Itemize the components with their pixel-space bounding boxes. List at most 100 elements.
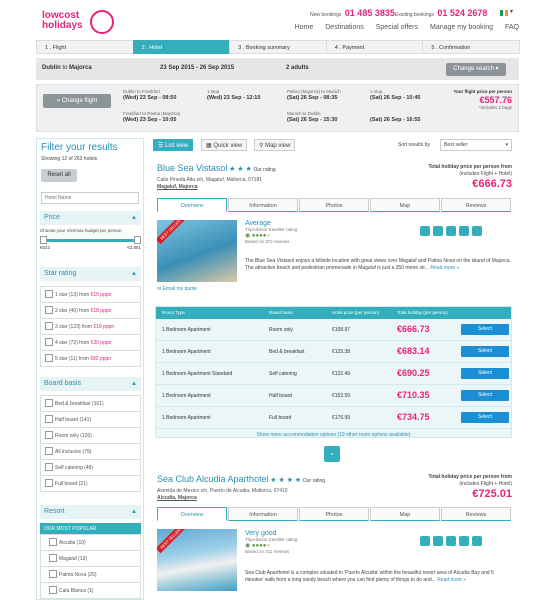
booking-steps: 1 . Flight 2 . Hotel 3 . Booking summary…: [36, 40, 520, 54]
select-room-button[interactable]: Select: [461, 346, 509, 357]
sort-select[interactable]: Best seller ▾: [440, 139, 512, 151]
list-icon: ☰: [158, 143, 164, 149]
price-slider[interactable]: [40, 235, 141, 245]
expand-chevron-button[interactable]: ⌄: [324, 446, 340, 462]
nav-destinations[interactable]: Destinations: [325, 24, 364, 31]
step-flight[interactable]: 1 . Flight: [36, 40, 134, 54]
hotel2-description: Sea Club Aparthotel is a complex situate…: [245, 570, 494, 583]
ireland-flag-icon[interactable]: [500, 10, 509, 16]
fan-icon: [446, 536, 456, 546]
slider-min-handle[interactable]: [40, 236, 47, 244]
return-stop: 1 stop (Sat) 26 Sep - 10:45: [370, 89, 421, 101]
hotel2-read-more-link[interactable]: Read more »: [437, 577, 466, 583]
hotel1-amenities: [420, 226, 485, 238]
resort-filter: Resort ▲ OUR MOST POPULAR Alcudia (10) Ma…: [40, 505, 141, 599]
grid-icon: ▦: [206, 143, 212, 149]
smiley-face-icon: [90, 10, 114, 34]
best-seller-ribbon: BEST SELLER: [157, 529, 186, 554]
nav-faq[interactable]: FAQ: [505, 24, 519, 31]
resort-palma-nova-checkbox[interactable]: Palma Nova (25): [40, 566, 141, 583]
board-bed-breakfast-checkbox[interactable]: Bed & breakfast (161): [40, 395, 141, 412]
star-1-checkbox[interactable]: 1 star (13) from €15 pppn: [40, 286, 141, 303]
hotel1-tab-reviews[interactable]: Reviews: [441, 198, 511, 212]
hotel2-photo[interactable]: BEST SELLER: [157, 529, 237, 591]
rooms-table-header: Room Type Board basis Hotel price (per p…: [156, 307, 511, 319]
best-seller-ribbon: BEST SELLER: [157, 220, 186, 245]
star-5-checkbox[interactable]: 5 star (11) from €82 pppn: [40, 350, 141, 367]
hotel1-name[interactable]: Blue Sea Vistasol: [157, 163, 227, 173]
star-rating-header[interactable]: Star rating ▲: [40, 267, 141, 281]
slider-max-handle[interactable]: [134, 236, 141, 244]
room-row: 1 Bedroom Apartment Room only €108.97 €666.…: [156, 319, 511, 341]
change-flight-button[interactable]: « Change flight: [43, 94, 111, 108]
chevron-down-icon: ▾: [505, 142, 508, 148]
tripadvisor-rating-icon: ◉ ●●●●○: [245, 543, 271, 549]
hotel2-tab-reviews[interactable]: Reviews: [441, 507, 511, 521]
resort-cala-blanca-checkbox[interactable]: Cala Blanca (1): [40, 582, 141, 599]
existing-bookings: Existing bookings 01 524 2678: [395, 8, 487, 18]
lowcost-holidays-logo[interactable]: lowcost holidays: [42, 9, 120, 37]
board-all-inclusive-checkbox[interactable]: All inclusive (79): [40, 443, 141, 460]
star-3-checkbox[interactable]: 3 star (123) from €19 pppn: [40, 318, 141, 335]
step-booking-summary: 3 . Booking summary: [229, 40, 327, 54]
hotel-name-input[interactable]: [41, 192, 139, 204]
star-2-checkbox[interactable]: 2 star (40) from €18 pppn: [40, 302, 141, 319]
nav-home[interactable]: Home: [295, 24, 314, 31]
hotel1-title: Blue Sea Vistasol ★ ★ ★ Our rating: [157, 163, 276, 173]
nav-special-offers[interactable]: Special offers: [376, 24, 418, 31]
map-view-button[interactable]: ⚲ Map view: [254, 139, 296, 151]
nav-manage-booking[interactable]: Manage my booking: [430, 24, 493, 31]
resort-magaluf-checkbox[interactable]: Magaluf (13): [40, 550, 141, 567]
email-quote-link[interactable]: ✉ Email my quote: [157, 286, 197, 292]
map-pin-icon: ⚲: [259, 143, 264, 149]
hotel1-tab-information[interactable]: Information: [228, 198, 298, 212]
hotel2-total-price: Total holiday price per person from (inc…: [428, 474, 512, 500]
hotel1-read-more-link[interactable]: Read more »: [430, 265, 459, 271]
hotel1-area[interactable]: Magaluf, Majorca: [157, 184, 262, 191]
pool-icon: [459, 226, 469, 236]
hotel1-stars: ★ ★ ★: [229, 166, 252, 173]
price-filter: Price ▲ Choose your min/max budget per pe…: [40, 211, 141, 252]
change-search-button[interactable]: Change search ▾: [446, 63, 506, 76]
hotel1-address: Calle Pineda Alta s/n, Magaluf, Mallorca…: [157, 177, 263, 191]
new-bookings: New bookings 01 485 3835: [310, 8, 395, 18]
hotel1-tab-photos[interactable]: Photos: [299, 198, 369, 212]
hotel2-area[interactable]: Alcudia, Majorca: [157, 495, 288, 502]
show-more-rooms-link[interactable]: Show more accommodation options (19 othe…: [155, 432, 512, 442]
hotel2-tab-overview[interactable]: Overview: [157, 507, 227, 521]
select-room-button[interactable]: Select: [461, 390, 509, 401]
rooms-table: Room Type Board basis Hotel price (per p…: [155, 306, 512, 438]
room-row: 1 Bedroom Apartment Bed & breakfast €125.3…: [156, 341, 511, 363]
star-4-checkbox[interactable]: 4 star (72) from €30 pppn: [40, 334, 141, 351]
chevron-down-icon[interactable]: ▾: [510, 8, 513, 15]
board-full-board-checkbox[interactable]: Full board (21): [40, 475, 141, 492]
price-hint: Choose your min/max budget per person: [40, 228, 122, 233]
list-view-button[interactable]: ☰ List view: [153, 139, 194, 151]
step-hotel: 2 . Hotel: [132, 40, 231, 54]
hotel1-tab-map[interactable]: Map: [370, 198, 440, 212]
bar-icon: [420, 536, 430, 546]
price-min: €523: [40, 245, 51, 250]
reset-all-button[interactable]: Reset all: [41, 169, 77, 182]
hotel2-tab-photos[interactable]: Photos: [299, 507, 369, 521]
board-room-only-checkbox[interactable]: Room only (120): [40, 427, 141, 444]
hotel2-tab-information[interactable]: Information: [228, 507, 298, 521]
board-half-board-checkbox[interactable]: Half board (141): [40, 411, 141, 428]
price-header[interactable]: Price ▲: [40, 211, 141, 225]
chevron-down-icon: ⌄: [329, 450, 335, 457]
select-room-button[interactable]: Select: [461, 324, 509, 335]
filter-sidebar: Filter your results Showing 12 of 263 ho…: [36, 138, 144, 600]
chevron-up-icon: ▲: [131, 215, 137, 221]
board-basis-header[interactable]: Board basis ▲: [40, 377, 141, 391]
sort-label: Sort results by: [398, 142, 430, 148]
board-self-catering-checkbox[interactable]: Self catering (48): [40, 459, 141, 476]
hotel1-tab-overview[interactable]: Overview: [157, 198, 227, 212]
hotel1-photo[interactable]: BEST SELLER: [157, 220, 237, 282]
select-room-button[interactable]: Select: [461, 368, 509, 379]
resort-header[interactable]: Resort ▲: [40, 505, 141, 519]
hotel2-tab-map[interactable]: Map: [370, 507, 440, 521]
hotel2-name[interactable]: Sea Club Alcudia Aparthotel: [157, 474, 269, 484]
quick-view-button[interactable]: ▦ Quick view: [201, 139, 248, 151]
select-room-button[interactable]: Select: [461, 412, 509, 423]
resort-alcudia-checkbox[interactable]: Alcudia (10): [40, 534, 141, 551]
